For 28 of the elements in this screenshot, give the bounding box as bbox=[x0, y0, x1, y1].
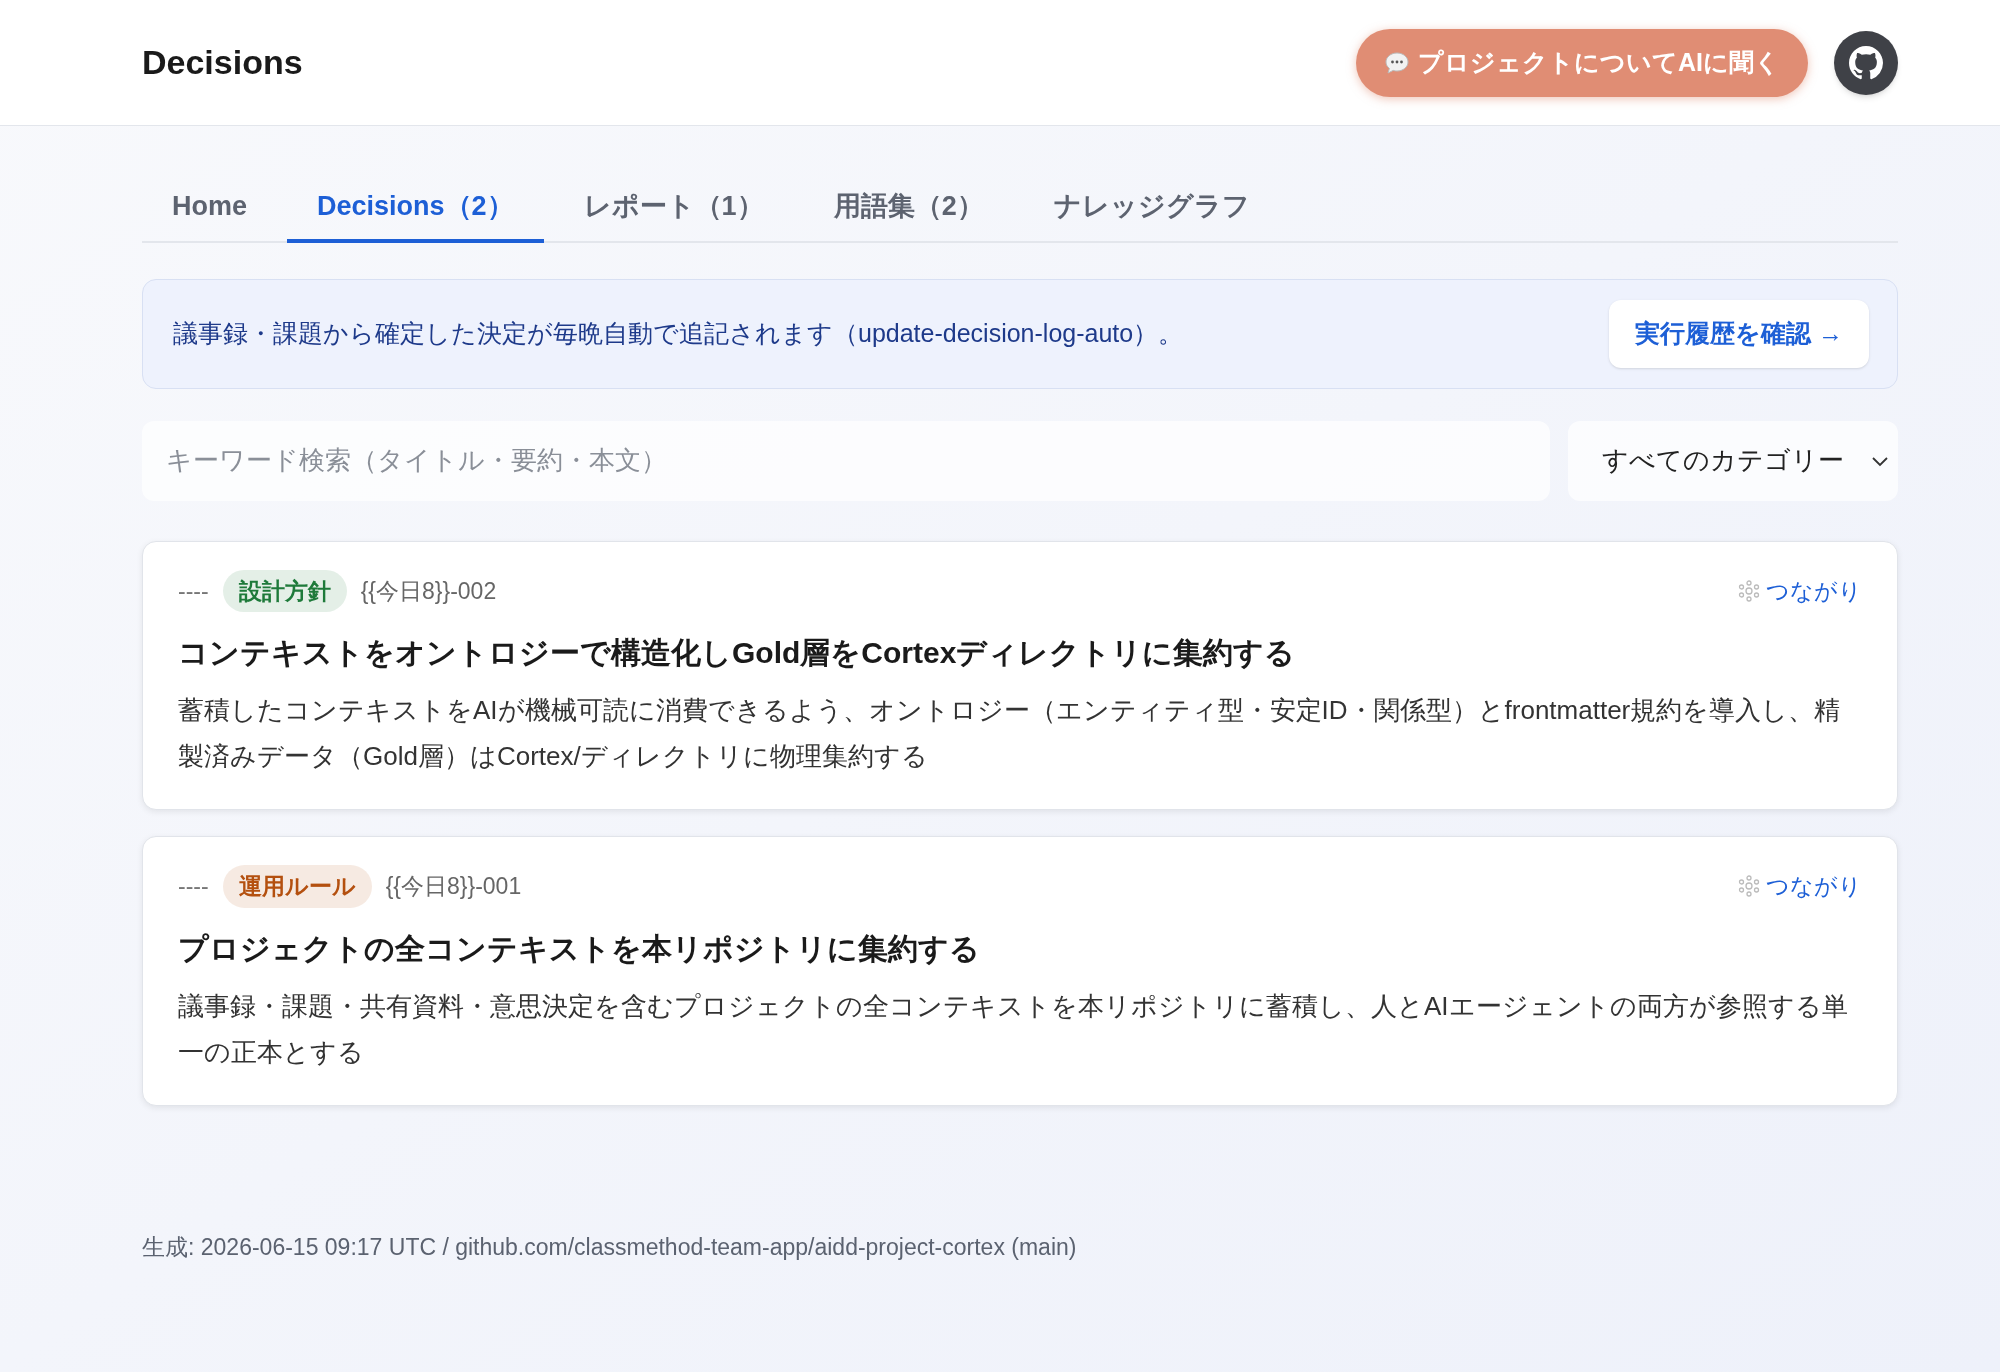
decision-title: コンテキストをオントロジーで構造化しGold層をCortexディレクトリに集約する bbox=[178, 635, 1297, 671]
page-title: Decisions bbox=[142, 42, 303, 83]
footer-text: 生成: 2026-06-15 09:17 UTC / github.com/classmethod-team-app/aidd-project-cortex (main) bbox=[142, 1232, 1078, 1262]
date-text: ---- bbox=[178, 872, 209, 901]
category-tag: 設計方針 bbox=[222, 569, 347, 612]
network-icon bbox=[1738, 579, 1760, 602]
nav-tab[interactable]: 用語集（2） bbox=[803, 176, 1014, 243]
decision-summary: 議事録・課題・共有資料・意思決定を含むプロジェクトの全コンテキストを本リポジトリに蓄積し、人とAIエージェントの両方が参照する単一の正本とする bbox=[178, 989, 1849, 1069]
nav-tab[interactable]: レポート（1） bbox=[553, 176, 794, 243]
nav-tab[interactable]: ナレッジグラフ bbox=[1023, 176, 1280, 243]
connections-link[interactable]: つながり bbox=[1738, 869, 1862, 904]
nav-tab[interactable]: Decisions（2） bbox=[287, 176, 544, 243]
decision-id: {{今日8}}-001 bbox=[385, 872, 522, 901]
category-dropdown[interactable]: すべてのカテゴリー bbox=[1568, 420, 1898, 501]
nav-tab[interactable]: Home bbox=[142, 176, 277, 243]
date-text: ---- bbox=[178, 576, 209, 606]
banner-text: 議事録・課題から確定した決定が毎晩自動で追記されます（update-decision-log-auto）。 bbox=[173, 317, 1184, 349]
decision-id: {{今日8}}-002 bbox=[360, 576, 497, 606]
decision-summary: 蓄積したコンテキストをAIが機械可読に消費できるよう、オントロジー（エンティティ型・安定ID・関係型）とfrontmatter規約を導入し、精製済みデータ（Gold層）はCortex/ディレクトリに物理集約する bbox=[178, 694, 1842, 773]
decision-title: プロジェクトの全コンテキストを本リポジトリに集約する bbox=[178, 930, 981, 967]
run-history-button[interactable]: 実行履歴を確認 → bbox=[1609, 299, 1869, 368]
network-icon bbox=[1738, 875, 1760, 898]
github-icon bbox=[1849, 45, 1883, 80]
search-field[interactable]: キーワード検索（タイトル・要約・本文） bbox=[142, 420, 1550, 501]
connections-link[interactable]: つながり bbox=[1738, 573, 1862, 608]
speech-bubble-icon bbox=[1384, 49, 1410, 76]
category-tag: 運用ルール bbox=[222, 865, 372, 908]
github-button[interactable] bbox=[1834, 30, 1898, 95]
